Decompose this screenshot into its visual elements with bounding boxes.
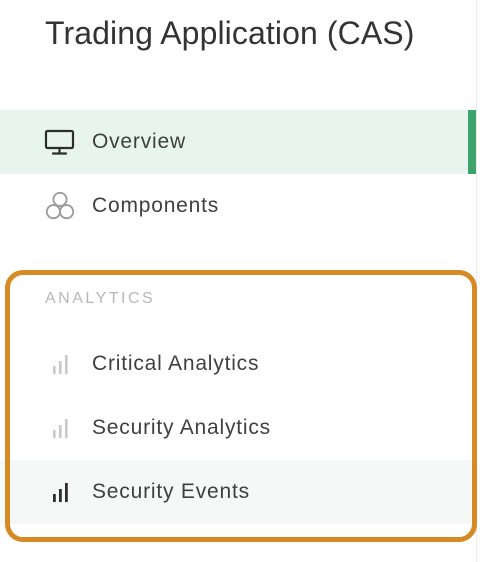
sidebar: Trading Application (CAS) Overview Compo… (0, 0, 477, 562)
sidebar-item-label: Overview (92, 130, 186, 153)
sidebar-item-label: Security Analytics (92, 416, 271, 439)
bar-chart-icon (44, 412, 76, 444)
sidebar-item-components[interactable]: Components (0, 174, 476, 238)
sidebar-item-label: Components (92, 194, 220, 217)
section-heading-analytics: ANALYTICS (45, 290, 156, 307)
sidebar-item-label: Critical Analytics (92, 352, 260, 375)
components-icon (44, 190, 76, 222)
bar-chart-icon (44, 476, 76, 508)
sidebar-item-security-analytics[interactable]: Security Analytics (0, 396, 476, 460)
bar-chart-icon (44, 348, 76, 380)
active-indicator (468, 110, 476, 174)
sidebar-item-label: Security Events (92, 480, 250, 503)
sidebar-item-critical-analytics[interactable]: Critical Analytics (0, 332, 476, 396)
app-title: Trading Application (CAS) (45, 15, 415, 51)
sidebar-item-security-events[interactable]: Security Events (0, 460, 476, 524)
monitor-icon (44, 126, 76, 158)
sidebar-item-overview[interactable]: Overview (0, 110, 476, 174)
